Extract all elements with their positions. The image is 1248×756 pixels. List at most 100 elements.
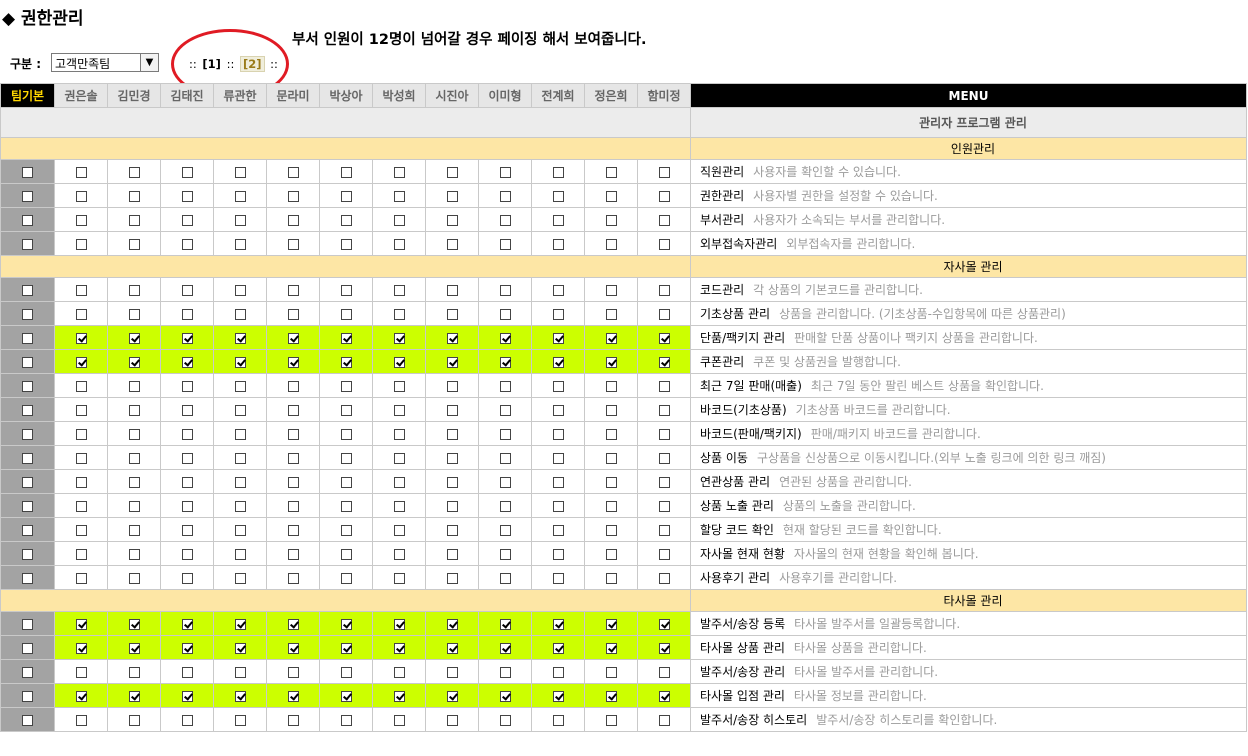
permission-checkbox[interactable] — [181, 618, 193, 630]
permission-checkbox[interactable] — [234, 356, 246, 368]
permission-checkbox[interactable] — [658, 190, 670, 202]
permission-checkbox[interactable] — [181, 190, 193, 202]
permission-checkbox[interactable] — [446, 548, 458, 560]
permission-checkbox[interactable] — [128, 642, 140, 654]
permission-checkbox[interactable] — [128, 238, 140, 250]
permission-checkbox[interactable] — [605, 452, 617, 464]
permission-checkbox[interactable] — [128, 190, 140, 202]
permission-checkbox[interactable] — [75, 214, 87, 226]
permission-checkbox[interactable] — [340, 356, 352, 368]
permission-checkbox[interactable] — [75, 284, 87, 296]
permission-checkbox[interactable] — [234, 500, 246, 512]
permission-checkbox[interactable] — [128, 214, 140, 226]
department-select[interactable]: 고객만족팀 ▼ — [51, 53, 159, 72]
permission-checkbox[interactable] — [75, 500, 87, 512]
permission-checkbox[interactable] — [393, 666, 405, 678]
permission-checkbox[interactable] — [234, 548, 246, 560]
permission-checkbox[interactable] — [287, 524, 299, 536]
permission-checkbox[interactable] — [658, 166, 670, 178]
permission-checkbox[interactable] — [605, 476, 617, 488]
permission-checkbox[interactable] — [340, 452, 352, 464]
permission-checkbox[interactable] — [552, 500, 564, 512]
permission-checkbox[interactable] — [22, 714, 33, 726]
permission-checkbox[interactable] — [340, 714, 352, 726]
permission-checkbox[interactable] — [75, 572, 87, 584]
permission-checkbox[interactable] — [446, 572, 458, 584]
permission-checkbox[interactable] — [287, 284, 299, 296]
permission-checkbox[interactable] — [22, 190, 33, 202]
permission-checkbox[interactable] — [75, 452, 87, 464]
permission-checkbox[interactable] — [658, 452, 670, 464]
permission-checkbox[interactable] — [499, 572, 511, 584]
permission-checkbox[interactable] — [128, 452, 140, 464]
permission-checkbox[interactable] — [658, 476, 670, 488]
permission-checkbox[interactable] — [658, 548, 670, 560]
permission-checkbox[interactable] — [22, 166, 33, 178]
permission-checkbox[interactable] — [287, 500, 299, 512]
permission-checkbox[interactable] — [22, 452, 33, 464]
permission-checkbox[interactable] — [552, 238, 564, 250]
permission-checkbox[interactable] — [128, 548, 140, 560]
permission-checkbox[interactable] — [128, 332, 140, 344]
permission-checkbox[interactable] — [287, 166, 299, 178]
permission-checkbox[interactable] — [128, 404, 140, 416]
permission-checkbox[interactable] — [22, 476, 33, 488]
permission-checkbox[interactable] — [393, 714, 405, 726]
permission-checkbox[interactable] — [393, 284, 405, 296]
permission-checkbox[interactable] — [128, 476, 140, 488]
permission-checkbox[interactable] — [446, 214, 458, 226]
permission-checkbox[interactable] — [393, 404, 405, 416]
permission-checkbox[interactable] — [22, 214, 33, 226]
permission-checkbox[interactable] — [181, 404, 193, 416]
permission-checkbox[interactable] — [287, 356, 299, 368]
permission-checkbox[interactable] — [446, 284, 458, 296]
permission-checkbox[interactable] — [393, 166, 405, 178]
permission-checkbox[interactable] — [181, 356, 193, 368]
permission-checkbox[interactable] — [75, 190, 87, 202]
permission-checkbox[interactable] — [393, 190, 405, 202]
permission-checkbox[interactable] — [499, 214, 511, 226]
permission-checkbox[interactable] — [499, 308, 511, 320]
permission-checkbox[interactable] — [181, 428, 193, 440]
permission-checkbox[interactable] — [658, 714, 670, 726]
permission-checkbox[interactable] — [446, 524, 458, 536]
permission-checkbox[interactable] — [75, 428, 87, 440]
permission-checkbox[interactable] — [446, 500, 458, 512]
permission-checkbox[interactable] — [340, 476, 352, 488]
permission-checkbox[interactable] — [605, 572, 617, 584]
permission-checkbox[interactable] — [605, 380, 617, 392]
permission-checkbox[interactable] — [658, 332, 670, 344]
permission-checkbox[interactable] — [181, 500, 193, 512]
permission-checkbox[interactable] — [340, 190, 352, 202]
permission-checkbox[interactable] — [181, 666, 193, 678]
permission-checkbox[interactable] — [552, 284, 564, 296]
permission-checkbox[interactable] — [499, 190, 511, 202]
permission-checkbox[interactable] — [181, 690, 193, 702]
permission-checkbox[interactable] — [658, 308, 670, 320]
permission-checkbox[interactable] — [605, 356, 617, 368]
permission-checkbox[interactable] — [128, 500, 140, 512]
permission-checkbox[interactable] — [234, 690, 246, 702]
permission-checkbox[interactable] — [499, 500, 511, 512]
permission-checkbox[interactable] — [499, 166, 511, 178]
permission-checkbox[interactable] — [446, 618, 458, 630]
permission-checkbox[interactable] — [393, 548, 405, 560]
permission-checkbox[interactable] — [128, 380, 140, 392]
permission-checkbox[interactable] — [499, 524, 511, 536]
permission-checkbox[interactable] — [658, 666, 670, 678]
permission-checkbox[interactable] — [287, 308, 299, 320]
permission-checkbox[interactable] — [234, 308, 246, 320]
permission-checkbox[interactable] — [340, 238, 352, 250]
permission-checkbox[interactable] — [552, 618, 564, 630]
permission-checkbox[interactable] — [181, 452, 193, 464]
permission-checkbox[interactable] — [393, 380, 405, 392]
permission-checkbox[interactable] — [181, 308, 193, 320]
permission-checkbox[interactable] — [22, 642, 33, 654]
permission-checkbox[interactable] — [128, 618, 140, 630]
permission-checkbox[interactable] — [605, 666, 617, 678]
permission-checkbox[interactable] — [605, 500, 617, 512]
permission-checkbox[interactable] — [446, 452, 458, 464]
permission-checkbox[interactable] — [446, 308, 458, 320]
permission-checkbox[interactable] — [393, 642, 405, 654]
permission-checkbox[interactable] — [75, 642, 87, 654]
